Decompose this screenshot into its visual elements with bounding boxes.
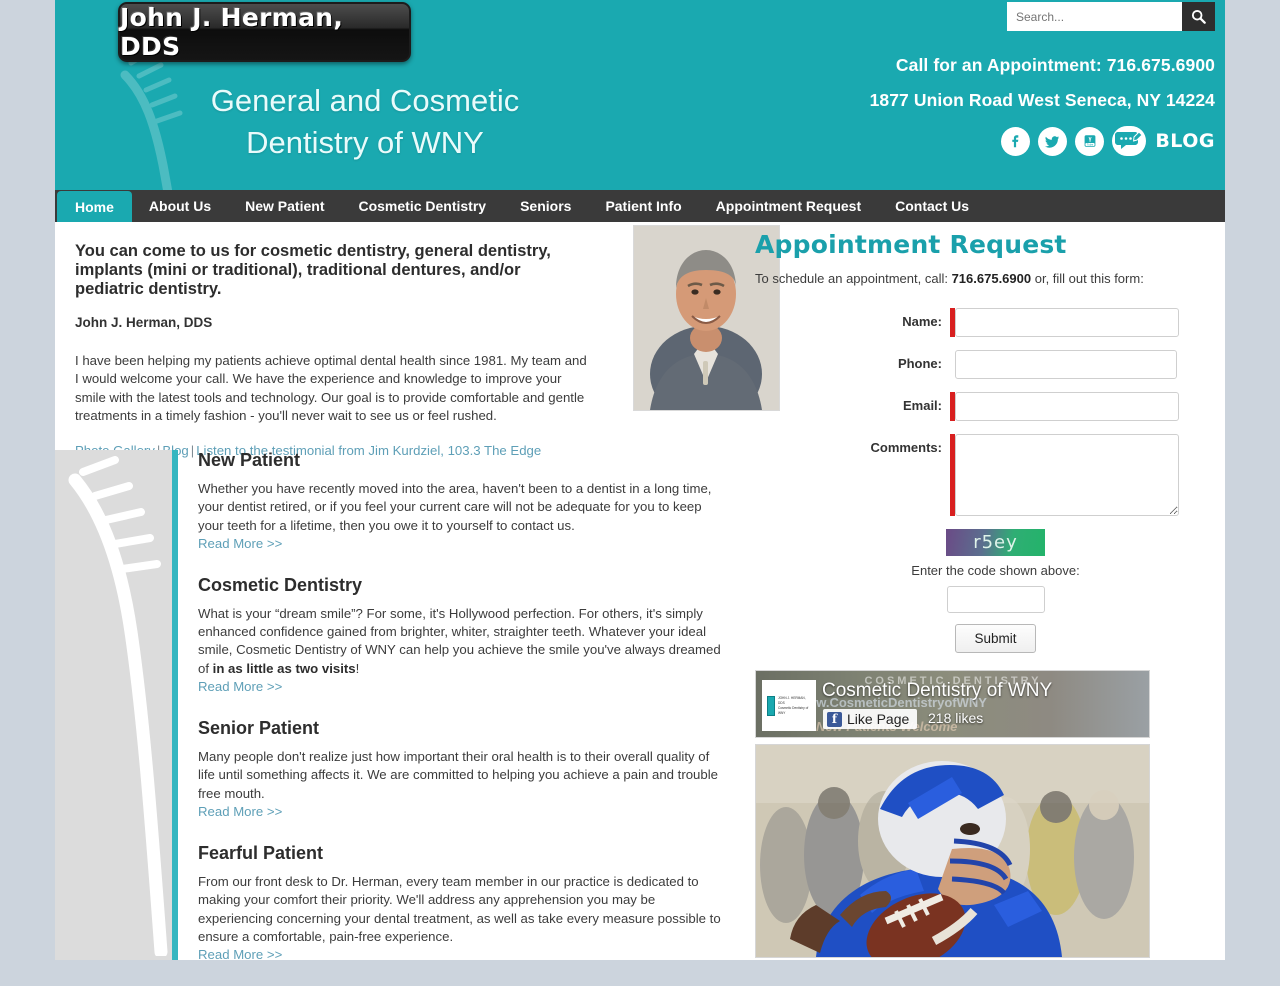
search-input[interactable]	[1007, 2, 1182, 31]
site-tagline: General and Cosmetic Dentistry of WNY	[155, 80, 575, 164]
name-label: Name:	[902, 314, 942, 329]
intro-paragraph: I have been helping my patients achieve …	[75, 353, 587, 423]
main-navigation: Home About Us New Patient Cosmetic Denti…	[55, 190, 1225, 222]
section-title: Cosmetic Dentistry	[198, 574, 363, 595]
logo-text: John J. Herman, DDS	[120, 3, 344, 61]
search-button[interactable]	[1182, 2, 1215, 31]
address-line: 1877 Union Road West Seneca, NY 14224	[869, 90, 1215, 110]
read-more-cosmetic-dentistry[interactable]: Read More >>	[198, 679, 282, 694]
section-senior-patient: Senior Patient Many people don't realize…	[198, 718, 738, 821]
social-links: Tube BLOG	[1001, 126, 1215, 156]
nav-item-about-us[interactable]: About Us	[132, 190, 228, 222]
section-body: What is your “dream smile”? For some, it…	[198, 605, 726, 678]
section-body: Many people don't realize just how impor…	[198, 749, 718, 801]
toothbrush-sidebar	[55, 450, 172, 960]
section-fearful-patient: Fearful Patient From our front desk to D…	[198, 843, 738, 964]
twitter-icon[interactable]	[1038, 126, 1068, 156]
tagline-line-1: General and Cosmetic	[210, 83, 520, 118]
section-body: From our front desk to Dr. Herman, every…	[198, 873, 721, 944]
subtitle-pre: To schedule an appointment, call:	[755, 271, 952, 286]
avatar-line-1: JOHN J. HERMAN, DDS	[777, 695, 806, 705]
comments-textarea[interactable]	[955, 434, 1179, 516]
nav-item-home[interactable]: Home	[57, 191, 132, 222]
appointment-request-title: Appointment Request	[755, 230, 1067, 259]
section-body-post: !	[355, 660, 360, 676]
form-row-comments: Comments:	[755, 434, 1210, 516]
search-bar	[1007, 2, 1215, 31]
site-page: John J. Herman, DDS General and Cosmetic…	[55, 0, 1225, 962]
tagline-line-2: Dentistry of WNY	[246, 125, 484, 160]
appointment-form: Name: Phone: Email: Comments: r5ey Enter…	[755, 308, 1210, 653]
form-row-name: Name:	[755, 308, 1210, 337]
teal-divider-bar	[172, 450, 178, 960]
nav-item-cosmetic-dentistry[interactable]: Cosmetic Dentistry	[341, 190, 503, 222]
svg-text:Tube: Tube	[1086, 142, 1094, 146]
fb-like-page-button[interactable]: f Like Page	[823, 709, 918, 729]
nav-item-new-patient[interactable]: New Patient	[228, 190, 341, 222]
appointment-subtitle: To schedule an appointment, call: 716.67…	[755, 271, 1210, 286]
blog-icon[interactable]	[1112, 126, 1147, 156]
captcha-block: r5ey Enter the code shown above: Submit	[755, 529, 1210, 653]
toothbrush-illustration-icon	[68, 456, 168, 956]
read-more-senior-patient[interactable]: Read More >>	[198, 804, 282, 819]
name-input[interactable]	[955, 308, 1179, 337]
section-title: Senior Patient	[198, 718, 320, 739]
form-row-email: Email:	[755, 392, 1210, 421]
blog-label[interactable]: BLOG	[1155, 130, 1215, 152]
page-content: You can come to us for cosmetic dentistr…	[55, 222, 1225, 962]
search-icon	[1191, 9, 1206, 24]
phone-line: Call for an Appointment: 716.675.6900	[895, 55, 1215, 75]
captcha-image: r5ey	[946, 529, 1045, 556]
youtube-icon[interactable]: Tube	[1075, 126, 1105, 156]
fb-page-avatar: JOHN J. HERMAN, DDS Cosmetic Dentistry o…	[762, 680, 816, 731]
avatar-logo-mark	[767, 695, 775, 716]
site-header: John J. Herman, DDS General and Cosmetic…	[55, 0, 1225, 190]
nav-item-seniors[interactable]: Seniors	[503, 190, 588, 222]
section-body-bold: in as little as two visits	[212, 660, 356, 676]
facebook-page-widget[interactable]: COSMETIC DENTISTRY www.CosmeticDentistry…	[755, 670, 1150, 738]
captcha-label: Enter the code shown above:	[911, 563, 1080, 578]
captcha-input[interactable]	[946, 586, 1045, 613]
section-cosmetic-dentistry: Cosmetic Dentistry What is your “dream s…	[198, 575, 738, 696]
facebook-icon[interactable]	[1001, 126, 1031, 156]
section-title: New Patient	[198, 450, 301, 470]
submit-button[interactable]: Submit	[955, 624, 1036, 653]
section-body: Whether you have recently moved into the…	[198, 481, 712, 533]
phone-input[interactable]	[955, 350, 1177, 379]
subtitle-post: or, fill out this form:	[1031, 271, 1144, 286]
avatar-line-2: Cosmetic Dentistry of WNY	[777, 705, 809, 715]
email-label: Email:	[902, 398, 942, 413]
nav-item-contact-us[interactable]: Contact Us	[878, 190, 986, 222]
form-row-phone: Phone:	[755, 350, 1210, 379]
right-column: Appointment Request To schedule an appoi…	[755, 230, 1210, 958]
fb-likes-count: 218 likes	[928, 710, 984, 726]
section-title: Fearful Patient	[198, 842, 324, 863]
email-input[interactable]	[955, 392, 1179, 421]
facebook-f-icon: f	[827, 711, 842, 727]
read-more-new-patient[interactable]: Read More >>	[198, 536, 282, 551]
logo-plaque[interactable]: John J. Herman, DDS	[118, 2, 411, 62]
nav-item-appointment-request[interactable]: Appointment Request	[699, 190, 878, 222]
subtitle-phone[interactable]: 716.675.6900	[952, 271, 1032, 286]
nav-item-patient-info[interactable]: Patient Info	[588, 190, 698, 222]
fb-like-label: Like Page	[847, 711, 910, 727]
football-photo	[755, 744, 1150, 958]
fb-page-name: Cosmetic Dentistry of WNY	[822, 680, 1053, 701]
content-sections: New Patient Whether you have recently mo…	[198, 450, 738, 986]
page-title: You can come to us for cosmetic dentistr…	[75, 242, 551, 298]
section-new-patient: New Patient Whether you have recently mo…	[198, 450, 738, 553]
comments-label: Comments:	[870, 440, 942, 455]
phone-label: Phone:	[897, 356, 942, 371]
